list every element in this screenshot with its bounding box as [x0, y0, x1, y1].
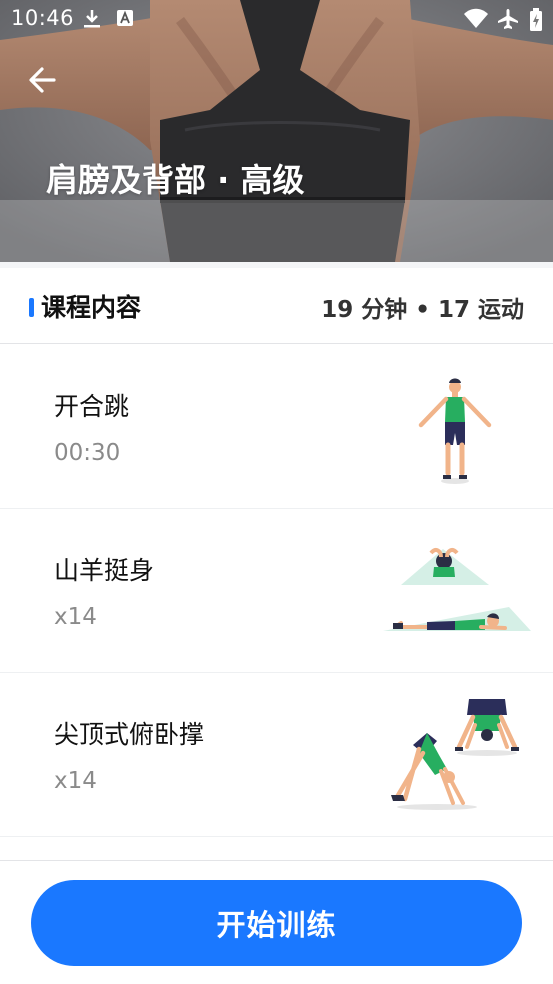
exercise-reps: x14: [54, 604, 97, 630]
exercise-name: 尖顶式俯卧撑: [54, 720, 205, 749]
wifi-icon: [464, 8, 488, 28]
status-bar: 10:46: [0, 0, 553, 38]
exercise-item[interactable]: 尖顶式俯卧撑 x14: [0, 673, 553, 837]
exercise-name: 山羊挺身: [54, 556, 155, 585]
exercise-reps: x14: [54, 768, 97, 794]
course-summary: 19 分钟 • 17 运动: [321, 297, 524, 323]
prone-back-extension-figure: [383, 548, 531, 631]
back-button[interactable]: [24, 60, 64, 100]
download-icon: [84, 10, 100, 28]
hero-photo: [0, 0, 553, 262]
hero-banner: 10:46 肩膀及背部 · 高级: [0, 0, 553, 262]
bottom-bar: 开始训练: [0, 860, 553, 984]
exercise-name: 开合跳: [54, 392, 130, 421]
pike-pushup-figure: [391, 699, 519, 810]
accent-bar: [29, 298, 34, 317]
exercise-item[interactable]: 山羊挺身 x14: [0, 509, 553, 673]
workout-title: 肩膀及背部 · 高级: [46, 161, 305, 199]
status-time: 10:46: [11, 6, 75, 30]
exercise-duration: 00:30: [54, 440, 121, 466]
font-icon: [117, 10, 133, 26]
arrow-left-icon: [29, 67, 56, 93]
battery-icon: [530, 8, 542, 31]
exercise-list: 开合跳 00:30 山羊挺身 x14 尖顶式俯卧撑 x14: [0, 345, 553, 837]
section-header: 课程内容 19 分钟 • 17 运动: [0, 268, 553, 344]
exercise-item[interactable]: 开合跳 00:30: [0, 345, 553, 509]
start-training-button[interactable]: 开始训练: [31, 880, 522, 966]
airplane-icon: [498, 9, 518, 29]
jumping-jack-figure: [418, 378, 492, 484]
section-title: 课程内容: [41, 293, 142, 322]
